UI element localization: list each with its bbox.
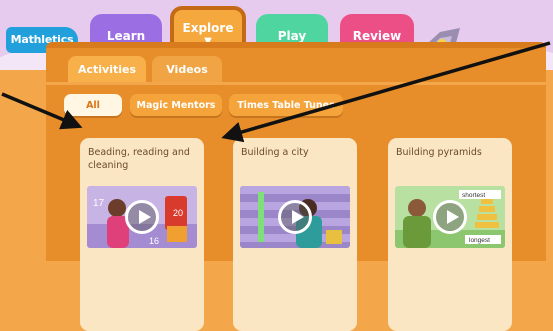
video-card[interactable]: Beading, reading and cleaning 17 20 16 bbox=[80, 138, 204, 331]
thumb-number-17: 17 bbox=[93, 198, 105, 209]
tab-activities-label: Activities bbox=[77, 62, 137, 76]
video-card[interactable]: Building a city bbox=[233, 138, 357, 331]
filter-magic-mentors-label: Magic Mentors bbox=[136, 99, 216, 111]
nav-review-label: Review bbox=[352, 29, 402, 43]
play-icon[interactable] bbox=[125, 200, 159, 234]
thumb-label-longest: longest bbox=[469, 237, 490, 244]
filter-times-table-tunes-chip[interactable]: Times Table Tunes bbox=[229, 94, 343, 116]
filter-magic-mentors-chip[interactable]: Magic Mentors bbox=[130, 94, 222, 116]
tab-divider bbox=[46, 82, 546, 85]
nav-learn-label: Learn bbox=[106, 29, 146, 43]
play-icon[interactable] bbox=[278, 200, 312, 234]
filter-all-label: All bbox=[86, 99, 100, 111]
nav-explore-label: Explore bbox=[182, 21, 234, 35]
video-thumbnail[interactable] bbox=[240, 186, 350, 248]
video-card-title: Building a city bbox=[241, 147, 309, 158]
thumb-number-16: 16 bbox=[149, 236, 159, 246]
thumb-number-20: 20 bbox=[173, 208, 183, 218]
tab-activities[interactable]: Activities bbox=[68, 56, 146, 82]
filter-all-chip[interactable]: All bbox=[64, 94, 122, 116]
filter-times-table-tunes-label: Times Table Tunes bbox=[237, 99, 335, 111]
video-card-title: Building pyramids bbox=[396, 147, 482, 158]
tab-videos[interactable]: Videos bbox=[152, 56, 222, 82]
video-thumbnail[interactable]: 17 20 16 bbox=[87, 186, 197, 248]
thumb-label-shortest: shortest bbox=[462, 192, 485, 199]
panel-top-strip bbox=[46, 42, 546, 48]
play-icon[interactable] bbox=[433, 200, 467, 234]
video-card[interactable]: Building pyramids shortest longest bbox=[388, 138, 512, 331]
video-card-title: Beading, reading and cleaning bbox=[88, 147, 190, 171]
video-thumbnail[interactable]: shortest longest bbox=[395, 186, 505, 248]
tab-videos-label: Videos bbox=[166, 62, 208, 76]
nav-play-label: Play bbox=[277, 29, 307, 43]
